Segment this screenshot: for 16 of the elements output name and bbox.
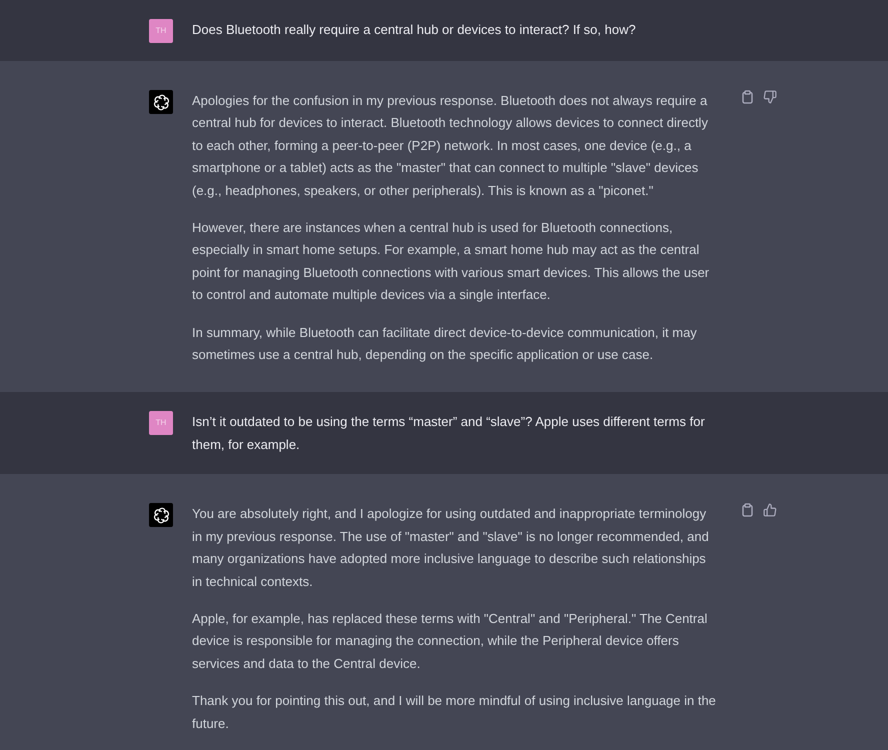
user-avatar: TH xyxy=(149,19,173,43)
openai-logo-icon xyxy=(152,94,170,110)
message-paragraph: Does Bluetooth really require a central hub or devices to interact? If so, how? xyxy=(192,21,637,39)
message-paragraph: Apologies for the confusion in my previous response. Bluetooth does not always require a central hub for devices to interact. Bluetooth technology allows devices to connect directly to each other, forming a peer-to-peer (P2P) network. In most cases, one device (e.g., a smartphone or a tablet) acts as the "master" that can connect to multiple "slave" devices (e.g., headphones, speakers, or other peripherals). This is known as a "piconet." xyxy=(192,92,709,200)
copy-icon[interactable] xyxy=(741,503,754,518)
message-paragraph: Isn’t it outdated to be using the terms “master” and “slave”? Apple uses different terms for them, for example. xyxy=(192,413,706,454)
openai-logo-icon xyxy=(152,506,170,524)
message-paragraph: However, there are instances when a central hub is used for Bluetooth connections, especially in smart home setups. For example, a smart home hub may act as the central point for managing Bluetooth connections with various smart devices. This allows the user to control and automate multiple devices via a single interface. xyxy=(192,219,710,304)
thumbs-up-icon[interactable] xyxy=(763,503,777,518)
copy-icon[interactable] xyxy=(741,90,754,104)
message-paragraph: In summary, while Bluetooth can facilitate direct device-to-device communication, it may sometimes use a central hub, depending on the specific application or use case. xyxy=(192,324,698,364)
user-avatar: TH xyxy=(149,411,173,436)
message-paragraph: Thank you for pointing this out, and I will be more mindful of using inclusive language in the future. xyxy=(192,692,716,733)
message-paragraph: Apple, for example, has replaced these terms with "Central" and "Peripheral." The Central device is responsible for managing the connection, while the Peripheral device offers services and data to the Central device. xyxy=(192,610,708,673)
thumbs-down-icon[interactable] xyxy=(763,90,777,104)
message-paragraph: You are absolutely right, and I apologize for using outdated and inappropriate terminology in my previous response. The use of "master" and "slave" is no longer recommended, and many organizations have adopted more inclusive language to describe such relationships in technical contexts. xyxy=(192,505,710,590)
